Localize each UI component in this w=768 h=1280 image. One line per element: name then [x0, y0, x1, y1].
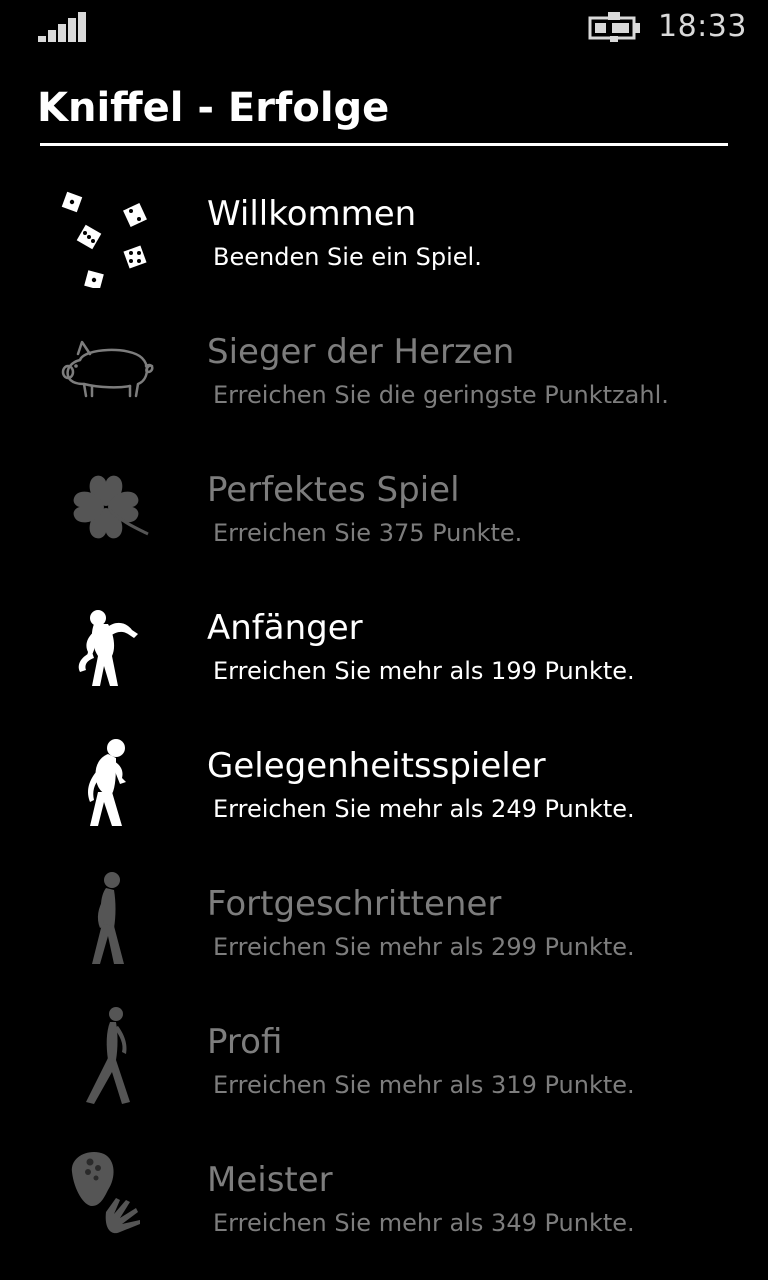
- ape-man-icon: [50, 728, 162, 840]
- achievement-description: Erreichen Sie mehr als 299 Punkte.: [213, 933, 635, 961]
- four-leaf-clover-icon: [50, 452, 162, 564]
- page-title: Kniffel - Erfolge: [37, 85, 390, 131]
- achievement-description: Erreichen Sie mehr als 349 Punkte.: [213, 1209, 635, 1237]
- status-bar: 18:33: [0, 0, 768, 56]
- achievement-list: Willkommen Beenden Sie ein Spiel. Sieger…: [0, 164, 768, 1268]
- achievement-item-profi[interactable]: Profi Erreichen Sie mehr als 319 Punkte.: [0, 992, 768, 1130]
- achievement-item-perfektes-spiel[interactable]: Perfektes Spiel Erreichen Sie 375 Punkte…: [0, 440, 768, 578]
- achievement-name: Profi: [207, 1022, 283, 1062]
- signal-strength-icon: [38, 12, 86, 42]
- pig-icon: [50, 314, 162, 426]
- achievement-name: Willkommen: [207, 194, 417, 234]
- achievement-description: Erreichen Sie mehr als 319 Punkte.: [213, 1071, 635, 1099]
- achievement-description: Erreichen Sie die geringste Punktzahl.: [213, 381, 669, 409]
- monkey-icon: [50, 590, 162, 702]
- achievement-name: Meister: [207, 1160, 333, 1200]
- achievement-item-meister[interactable]: Meister Erreichen Sie mehr als 349 Punkt…: [0, 1130, 768, 1268]
- achievement-description: Erreichen Sie mehr als 249 Punkte.: [213, 795, 635, 823]
- achievement-name: Fortgeschrittener: [207, 884, 502, 924]
- head-with-hand-icon: [50, 1142, 162, 1254]
- achievement-description: Erreichen Sie mehr als 199 Punkte.: [213, 657, 635, 685]
- achievement-item-gelegenheitsspieler[interactable]: Gelegenheitsspieler Erreichen Sie mehr a…: [0, 716, 768, 854]
- title-divider: [40, 143, 728, 146]
- dice-icon: [50, 176, 162, 288]
- achievement-item-sieger-der-herzen[interactable]: Sieger der Herzen Erreichen Sie die geri…: [0, 302, 768, 440]
- achievement-name: Sieger der Herzen: [207, 332, 515, 372]
- achievement-name: Gelegenheitsspieler: [207, 746, 546, 786]
- early-human-icon: [50, 866, 162, 978]
- status-time: 18:33: [658, 9, 747, 44]
- achievement-item-anfaenger[interactable]: Anfänger Erreichen Sie mehr als 199 Punk…: [0, 578, 768, 716]
- achievement-description: Beenden Sie ein Spiel.: [213, 243, 482, 271]
- achievement-name: Perfektes Spiel: [207, 470, 460, 510]
- walking-human-icon: [50, 1004, 162, 1116]
- battery-charging-icon: [588, 12, 640, 42]
- achievement-item-willkommen[interactable]: Willkommen Beenden Sie ein Spiel.: [0, 164, 768, 302]
- achievement-description: Erreichen Sie 375 Punkte.: [213, 519, 523, 547]
- achievement-item-fortgeschrittener[interactable]: Fortgeschrittener Erreichen Sie mehr als…: [0, 854, 768, 992]
- achievement-name: Anfänger: [207, 608, 363, 648]
